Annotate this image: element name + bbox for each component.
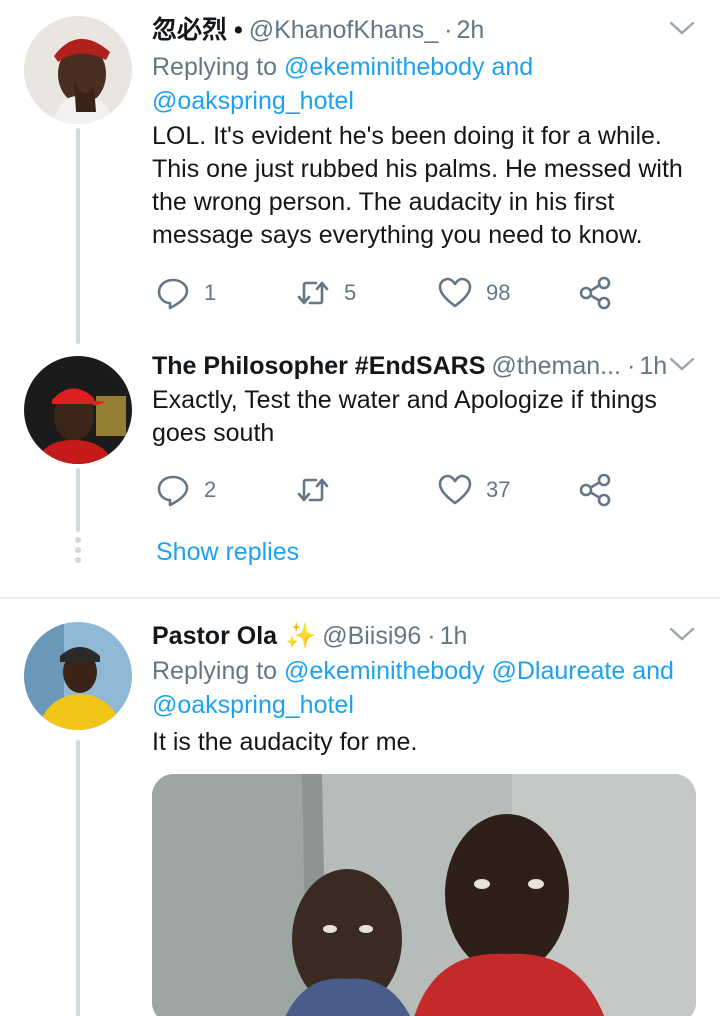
timestamp[interactable]: 1h (639, 350, 667, 382)
mention-link[interactable]: @ekeminithebody (284, 657, 485, 685)
tweet-header: 忽必烈 • @KhanofKhans_ · 2h (152, 14, 696, 46)
timestamp[interactable]: 1h (440, 620, 468, 652)
tweet-header: The Philosopher #EndSARS @theman... · 1h (152, 350, 696, 382)
share-icon (579, 276, 611, 310)
tweet-header: Pastor Ola ✨ @Biisi96 · 1h (152, 620, 696, 652)
timestamp[interactable]: 2h (456, 14, 484, 46)
reply-icon (157, 278, 189, 310)
reply-icon (157, 475, 189, 507)
share-button[interactable] (578, 273, 612, 313)
mention-link[interactable]: @oakspring_hotel (152, 691, 354, 719)
replying-to-label: Replying to (152, 657, 285, 685)
thread-line (76, 468, 80, 532)
tweet-actions: 1 5 98 (152, 273, 622, 313)
user-handle[interactable]: @Biisi96 (322, 620, 421, 652)
sparkles-icon: ✨ (285, 622, 317, 650)
reply-button[interactable]: 2 (156, 470, 216, 510)
share-button[interactable] (578, 470, 612, 510)
chevron-down-icon[interactable] (668, 18, 696, 38)
separator-dot: · (427, 622, 436, 650)
like-icon (438, 474, 472, 505)
replying-to: Replying to @ekeminithebody and @oakspri… (152, 50, 696, 118)
tweet-khanofkhans[interactable]: 忽必烈 • @KhanofKhans_ · 2h Replying to @ek… (0, 0, 720, 344)
tweet-text: Exactly, Test the water and Apologize if… (152, 386, 657, 447)
reply-button[interactable]: 1 (156, 273, 216, 313)
tweet-text: It is the audacity for me. (152, 728, 418, 756)
retweet-button[interactable]: 5 (296, 273, 356, 313)
replying-to: Replying to @ekeminithebody @Dlaureate a… (152, 654, 696, 722)
tweet-the-philosopher[interactable]: The Philosopher #EndSARS @theman... · 1h… (0, 340, 720, 540)
retweet-button[interactable] (296, 470, 344, 510)
like-icon (438, 277, 472, 308)
tweet-media-image[interactable] (152, 774, 696, 1016)
display-name[interactable]: 忽必烈 • (152, 14, 243, 46)
chevron-down-icon[interactable] (668, 624, 696, 644)
mention-conjunction[interactable]: and (632, 657, 674, 685)
like-count: 98 (486, 280, 511, 305)
mention-link[interactable]: @Dlaureate (491, 657, 625, 685)
tweet-actions: 2 37 (152, 470, 622, 510)
reply-count: 1 (204, 280, 217, 305)
retweet-icon (297, 281, 329, 305)
divider (0, 597, 720, 599)
user-handle[interactable]: @theman... (491, 350, 621, 382)
mention-link[interactable]: @ekeminithebody (284, 53, 485, 81)
more-replies-dots-icon (74, 537, 82, 563)
retweet-count: 5 (344, 280, 357, 305)
separator-dot: · (444, 16, 453, 44)
retweet-icon (297, 478, 329, 502)
reply-count: 2 (204, 477, 217, 502)
tweet-text: LOL. It's evident he's been doing it for… (152, 122, 683, 249)
mention-conjunction[interactable]: and (491, 53, 533, 81)
display-name[interactable]: Pastor Ola (152, 620, 277, 652)
thread-line (76, 740, 80, 1016)
replying-to-label: Replying to (152, 53, 285, 81)
show-replies-link[interactable]: Show replies (156, 534, 299, 570)
display-name[interactable]: The Philosopher #EndSARS (152, 350, 485, 382)
chevron-down-icon[interactable] (668, 354, 696, 374)
like-button[interactable]: 98 (438, 273, 510, 313)
separator-dot: · (626, 352, 636, 380)
avatar[interactable] (24, 622, 132, 730)
mention-link[interactable]: @oakspring_hotel (152, 87, 354, 115)
avatar[interactable] (24, 356, 132, 464)
avatar[interactable] (24, 16, 132, 124)
thread-line (76, 128, 80, 344)
share-icon (579, 473, 611, 507)
like-count: 37 (486, 477, 511, 502)
user-handle[interactable]: @KhanofKhans_ (249, 14, 438, 46)
like-button[interactable]: 37 (438, 470, 510, 510)
